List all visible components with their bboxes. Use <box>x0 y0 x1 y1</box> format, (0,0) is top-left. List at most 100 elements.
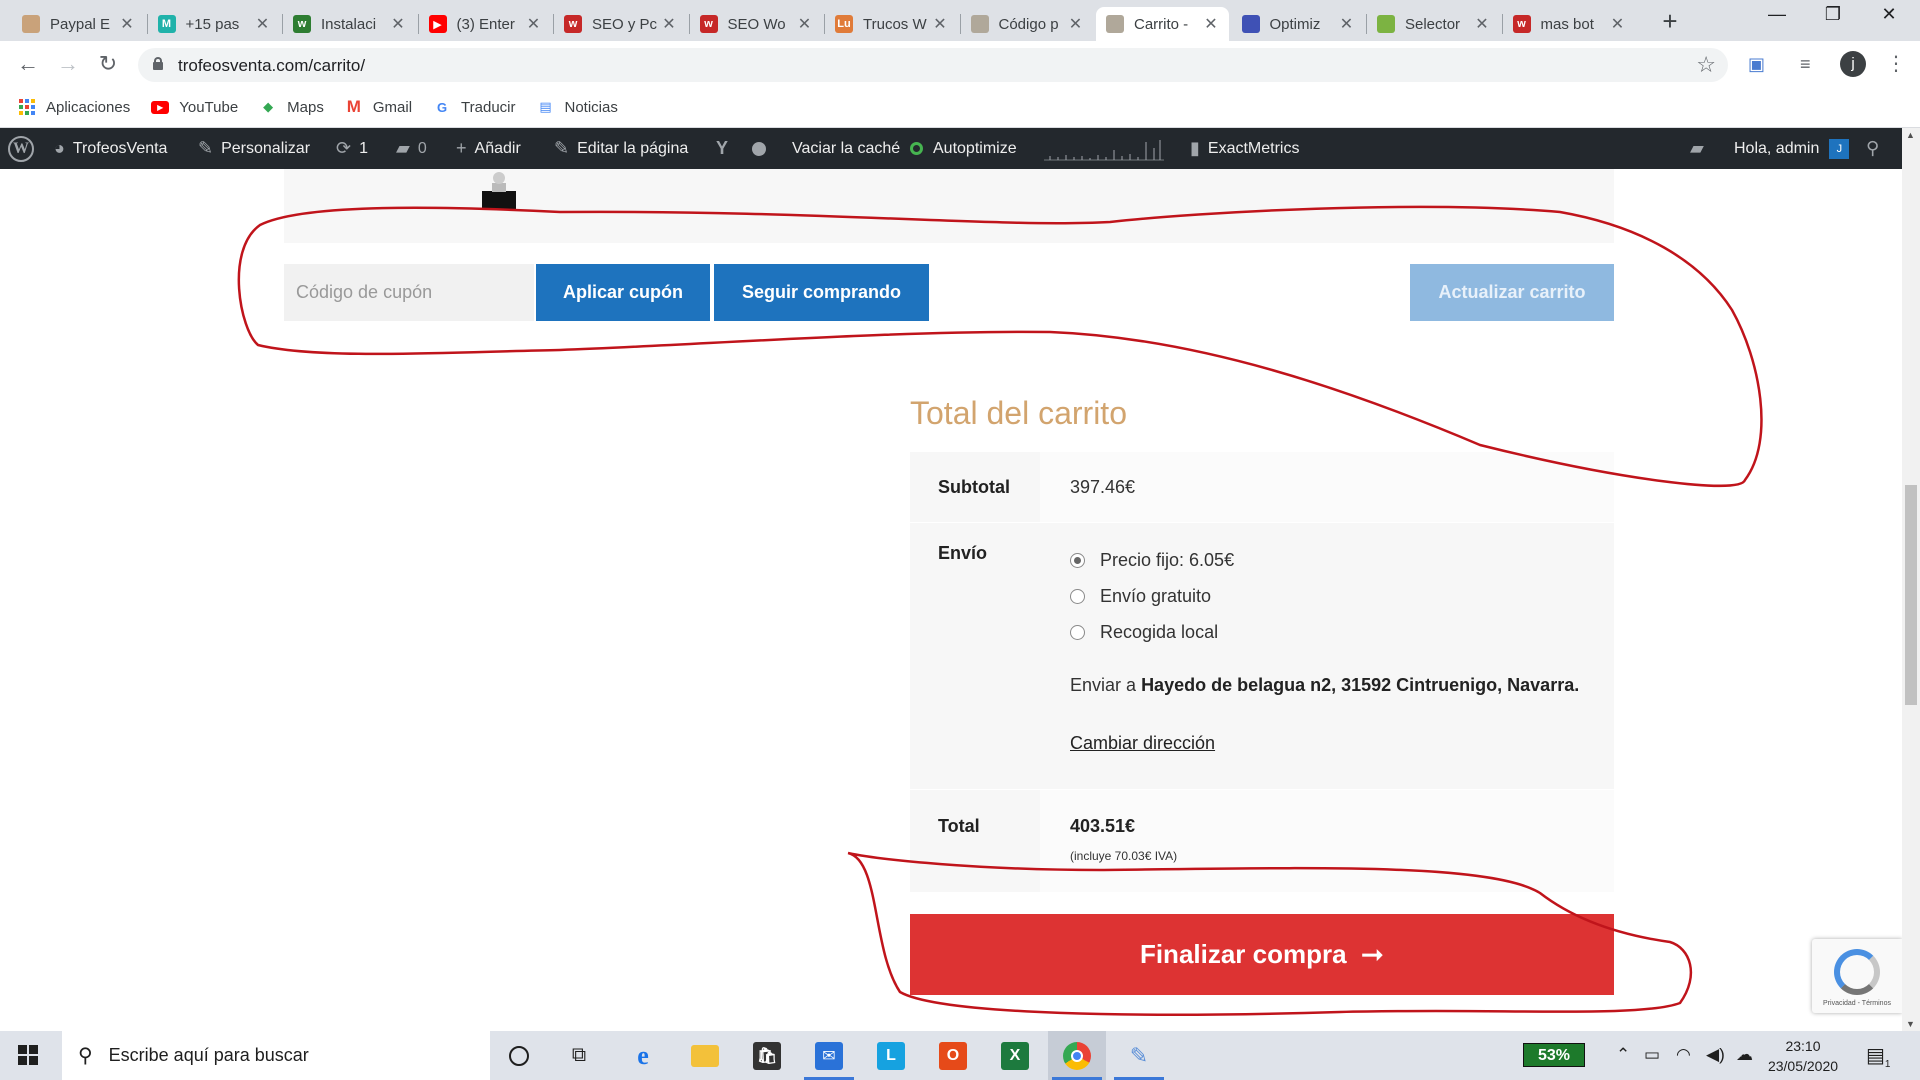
bookmark-apps[interactable]: Aplicaciones <box>18 98 130 116</box>
wifi-icon[interactable]: ◠ <box>1676 1045 1691 1065</box>
close-window-button[interactable]: ✕ <box>1866 4 1912 25</box>
scroll-down-icon[interactable]: ▼ <box>1906 1019 1915 1029</box>
update-cart-button[interactable]: Actualizar carrito <box>1410 264 1614 321</box>
browser-tab[interactable]: Optimiz ✕ <box>1232 7 1365 41</box>
new-tab-button[interactable]: + <box>1656 8 1684 34</box>
extension-icon[interactable]: ▣ <box>1748 54 1765 75</box>
account-menu[interactable]: Hola, admin J <box>1734 128 1850 169</box>
forward-icon[interactable]: → <box>54 51 82 77</box>
coupon-code-input[interactable]: Código de cupón <box>284 264 534 321</box>
browser-tab[interactable]: w SEO Wo ✕ <box>690 7 823 41</box>
proceed-to-checkout-button[interactable]: Finalizar compra ➞ <box>910 914 1614 995</box>
shipping-option-free[interactable]: Envío gratuito <box>1070 578 1614 614</box>
office-icon[interactable]: O <box>924 1031 982 1080</box>
taskbar-search[interactable]: ⚲ Escribe aquí para buscar <box>62 1031 490 1080</box>
page-scrollbar[interactable]: ▲ ▼ <box>1902 128 1920 1031</box>
bookmark-gmail[interactable]: M Gmail <box>345 97 412 116</box>
bookmark-maps[interactable]: ◆ Maps <box>259 98 324 116</box>
menu-kebab-icon[interactable]: ⋮ <box>1886 51 1906 76</box>
browser-tab[interactable]: w Instalaci ✕ <box>283 7 416 41</box>
customize-link[interactable]: ✎ Personalizar <box>198 128 310 169</box>
task-view-icon[interactable]: ⧉ <box>550 1031 608 1080</box>
browser-tab[interactable]: Carrito - ✕ <box>1096 7 1229 41</box>
traffic-sparkline-icon[interactable] <box>1044 136 1164 162</box>
tab-close-icon[interactable]: ✕ <box>1339 14 1355 34</box>
continue-shopping-button[interactable]: Seguir comprando <box>714 264 929 321</box>
browser-tab[interactable]: ▶ (3) Enter ✕ <box>419 7 552 41</box>
back-icon[interactable]: ← <box>14 51 42 77</box>
comments-link[interactable]: ▰ 0 <box>396 128 427 169</box>
browser-tab[interactable]: w SEO y Pc ✕ <box>554 7 687 41</box>
trophy-thumbnail[interactable] <box>480 169 518 211</box>
show-hidden-icons[interactable]: ⌃ <box>1616 1045 1630 1065</box>
reload-icon[interactable]: ↻ <box>94 51 122 77</box>
tab-close-icon[interactable]: ✕ <box>1474 14 1490 34</box>
autoptimize-menu[interactable]: Autoptimize <box>910 128 1017 169</box>
browser-tab[interactable]: Código p ✕ <box>961 7 1094 41</box>
mail-icon[interactable]: ✉ <box>800 1031 858 1080</box>
clock[interactable]: 23:10 23/05/2020 <box>1758 1036 1848 1076</box>
tab-close-icon[interactable]: ✕ <box>1068 14 1084 34</box>
exactmetrics-menu[interactable]: ▮ ExactMetrics <box>1190 128 1299 169</box>
chrome-icon[interactable] <box>1048 1031 1106 1080</box>
url-text[interactable]: trofeosventa.com/carrito/ <box>178 56 365 76</box>
recaptcha-badge[interactable]: Privacidad - Términos <box>1812 939 1902 1013</box>
browser-tab[interactable]: Paypal E ✕ <box>12 7 145 41</box>
radio-button[interactable] <box>1070 624 1085 640</box>
tab-close-icon[interactable]: ✕ <box>119 14 135 34</box>
edge-icon[interactable]: e <box>614 1031 672 1080</box>
tab-close-icon[interactable]: ✕ <box>932 14 948 34</box>
cortana-icon[interactable] <box>490 1031 548 1080</box>
shipping-option-pickup[interactable]: Recogida local <box>1070 614 1614 650</box>
wp-logo-menu[interactable]: W <box>8 128 34 169</box>
notifications-menu[interactable]: ▰ <box>1690 128 1712 169</box>
bookmark-star-icon[interactable]: ☆ <box>1696 52 1716 78</box>
browser-tab[interactable]: Selector ✕ <box>1367 7 1500 41</box>
tab-close-icon[interactable]: ✕ <box>1610 14 1626 34</box>
minimize-button[interactable]: — <box>1754 4 1800 25</box>
clear-cache-link[interactable]: Vaciar la caché <box>752 128 900 169</box>
start-button[interactable] <box>18 1045 38 1065</box>
site-name-menu[interactable]: ◕ TrofeosVenta <box>54 128 167 169</box>
recaptcha-terms[interactable]: Privacidad - Términos <box>1812 1000 1902 1007</box>
browser-tab[interactable]: Lu Trucos W ✕ <box>825 7 958 41</box>
browser-tab[interactable]: M +15 pas ✕ <box>148 7 281 41</box>
bookmark-translate[interactable]: G Traducir <box>433 98 516 116</box>
action-center-icon[interactable]: ▤1 <box>1866 1043 1890 1070</box>
paint-icon[interactable]: ✎ <box>1110 1031 1168 1080</box>
excel-icon[interactable]: X <box>986 1031 1044 1080</box>
radio-button[interactable] <box>1070 552 1085 568</box>
battery-icon[interactable]: ▭ <box>1644 1045 1660 1065</box>
scroll-up-icon[interactable]: ▲ <box>1906 130 1915 140</box>
media-control-icon[interactable]: ≡ <box>1800 54 1811 75</box>
yoast-menu[interactable]: Y <box>716 128 736 169</box>
maximize-button[interactable]: ❐ <box>1810 4 1856 25</box>
address-bar[interactable]: trofeosventa.com/carrito/ ☆ <box>138 48 1728 82</box>
bookmark-news[interactable]: ▤ Noticias <box>537 98 618 116</box>
apply-coupon-button[interactable]: Aplicar cupón <box>536 264 710 321</box>
radio-button[interactable] <box>1070 588 1085 604</box>
scrollbar-thumb[interactable] <box>1905 485 1917 705</box>
battery-percentage[interactable]: 53% <box>1523 1043 1585 1067</box>
tab-close-icon[interactable]: ✕ <box>255 14 271 34</box>
edit-page-link[interactable]: ✎ Editar la página <box>554 128 688 169</box>
tab-close-icon[interactable]: ✕ <box>526 14 542 34</box>
tab-close-icon[interactable]: ✕ <box>390 14 406 34</box>
profile-avatar[interactable]: j <box>1840 51 1866 77</box>
tab-close-icon[interactable]: ✕ <box>661 14 677 34</box>
browser-tab[interactable]: w mas bot ✕ <box>1503 7 1636 41</box>
admin-search[interactable]: ⚲ <box>1866 128 1887 169</box>
updates-link[interactable]: ⟳ 1 <box>336 128 368 169</box>
store-icon[interactable]: 🛍 <box>738 1031 796 1080</box>
bookmark-youtube[interactable]: ▶ YouTube <box>151 98 238 116</box>
volume-icon[interactable]: ◀) <box>1706 1045 1725 1065</box>
lock-icon[interactable] <box>153 57 163 70</box>
onedrive-icon[interactable]: ☁ <box>1736 1045 1753 1065</box>
add-new-menu[interactable]: + Añadir <box>456 128 521 169</box>
file-explorer-icon[interactable] <box>676 1031 734 1080</box>
tab-close-icon[interactable]: ✕ <box>797 14 813 34</box>
change-address-link[interactable]: Cambiar dirección <box>1070 733 1215 754</box>
tab-close-icon[interactable]: ✕ <box>1203 14 1219 34</box>
launcher-l-icon[interactable]: L <box>862 1031 920 1080</box>
shipping-option-flat[interactable]: Precio fijo: 6.05€ <box>1070 542 1614 578</box>
